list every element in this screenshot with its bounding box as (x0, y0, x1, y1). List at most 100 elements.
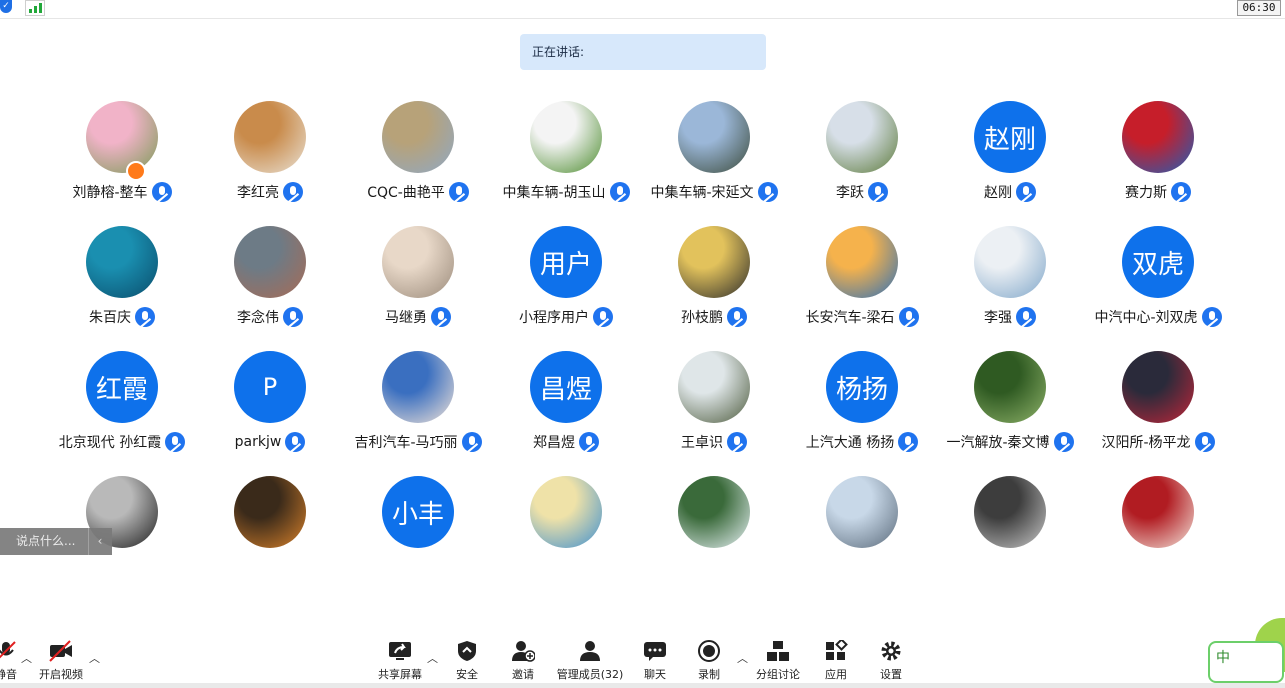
participant-tile[interactable]: 赛力斯 (1084, 101, 1232, 221)
avatar (974, 226, 1046, 298)
participant-tile[interactable]: 红霞 北京现代 孙红霞 (48, 351, 196, 471)
chevron-up-icon[interactable]: ︿ (89, 650, 100, 666)
chevron-up-icon[interactable]: ︿ (427, 650, 438, 666)
avatar (826, 226, 898, 298)
participant-name-row: 赛力斯 (1064, 181, 1252, 203)
participant-name: 长安汽车-梁石 (805, 310, 895, 326)
initials-avatar: P (234, 351, 306, 423)
avatar (678, 351, 750, 423)
participant-name: 李念伟 (237, 310, 279, 326)
share-screen-label: 共享屏幕 (378, 668, 422, 681)
participant-tile[interactable]: 中集车辆-胡玉山 (492, 101, 640, 221)
meeting-timer: 06:30 (1237, 0, 1281, 16)
meeting-toolbar: 静音 ︿ 开启视频 ︿ 共享屏幕 ︿ 安全 邀请 管理成员(32) 聊天 录制 … (0, 632, 1285, 688)
participant-tile[interactable]: 昌煜 郑昌煜 (492, 351, 640, 471)
chat-placeholder: 说点什么... (16, 534, 76, 548)
security-label: 安全 (456, 668, 478, 681)
initials-avatar: 红霞 (86, 351, 158, 423)
participant-tile[interactable]: 赵刚 赵刚 (936, 101, 1084, 221)
chat-quick-input[interactable]: 说点什么... ‹ (0, 528, 112, 555)
participant-tile[interactable]: 一汽解放-秦文博 (936, 351, 1084, 471)
video-off-icon (49, 640, 72, 662)
network-signal-icon[interactable] (25, 0, 45, 16)
participant-tile[interactable]: 李红亮 (196, 101, 344, 221)
participant-tile[interactable]: 李念伟 (196, 226, 344, 346)
invite-label: 邀请 (512, 668, 534, 681)
participant-tile[interactable]: 李强 (936, 226, 1084, 346)
microphone-status-icon (1201, 307, 1222, 327)
participant-tile[interactable]: 朱百庆 (48, 226, 196, 346)
participant-tile[interactable] (640, 476, 788, 596)
microphone-status-icon (1016, 182, 1036, 202)
participant-name: 郑昌煜 (533, 435, 575, 451)
speaking-indicator: 正在讲话: (520, 34, 766, 70)
participant-tile[interactable]: 吉利汽车-马巧丽 (344, 351, 492, 471)
avatar (234, 101, 306, 173)
initials-avatar: 双虎 (1122, 226, 1194, 298)
microphone-status-icon (135, 307, 155, 327)
participant-tile[interactable] (936, 476, 1084, 596)
participant-name: 刘静榕-整车 (72, 185, 148, 201)
chevron-up-icon[interactable]: ︿ (21, 650, 32, 666)
participant-name: 李跃 (836, 185, 864, 201)
avatar (530, 476, 602, 548)
add-user-icon (512, 641, 535, 662)
input-method-indicator[interactable]: 中 (1208, 641, 1284, 683)
security-button[interactable]: 安全 (452, 632, 482, 688)
invite-button[interactable]: 邀请 (508, 632, 538, 688)
avatar (382, 226, 454, 298)
participant-name: 小程序用户 (519, 310, 589, 326)
participant-tile[interactable]: 用户 小程序用户 (492, 226, 640, 346)
participant-name-row: 中汽中心-刘双虎 (1064, 306, 1252, 328)
start-video-button[interactable]: 开启视频 (39, 632, 83, 688)
participant-tile[interactable]: 杨扬 上汽大通 杨扬 (788, 351, 936, 471)
chevron-up-icon[interactable]: ︿ (737, 650, 748, 666)
participant-tile[interactable]: 孙枝鹏 (640, 226, 788, 346)
security-shield-icon[interactable]: ✓ (0, 0, 12, 13)
participant-name: 赛力斯 (1125, 185, 1167, 201)
participant-tile[interactable]: 长安汽车-梁石 (788, 226, 936, 346)
avatar (1122, 101, 1194, 173)
participant-tile[interactable]: CQC-曲艳平 (344, 101, 492, 221)
avatar (234, 226, 306, 298)
participant-name: CQC-曲艳平 (367, 185, 445, 201)
participant-tile[interactable]: 马继勇 (344, 226, 492, 346)
participant-tile[interactable]: 小丰 (344, 476, 492, 596)
settings-button[interactable]: 设置 (877, 632, 905, 688)
gear-icon (881, 641, 901, 661)
initials-avatar: 小丰 (382, 476, 454, 548)
manage-participants-button[interactable]: 管理成员(32) (557, 632, 623, 688)
settings-label: 设置 (880, 668, 902, 681)
participant-tile[interactable] (492, 476, 640, 596)
participant-tile[interactable] (196, 476, 344, 596)
participants-icon (580, 641, 600, 661)
record-button[interactable]: 录制 (694, 632, 724, 688)
chevron-left-icon[interactable]: ‹ (88, 528, 111, 555)
participant-tile[interactable] (788, 476, 936, 596)
microphone-status-icon (448, 182, 469, 202)
share-screen-button[interactable]: 共享屏幕 (378, 632, 422, 688)
avatar (86, 226, 158, 298)
participant-tile[interactable]: Pparkjw (196, 351, 344, 471)
window-bottom-edge (0, 683, 1285, 688)
participant-name: 李强 (984, 310, 1012, 326)
avatar (974, 351, 1046, 423)
avatar (826, 476, 898, 548)
participant-tile[interactable]: 汉阳所-杨平龙 (1084, 351, 1232, 471)
breakout-rooms-button[interactable]: 分组讨论 (756, 632, 800, 688)
microphone-status-icon (431, 307, 451, 327)
participant-tile[interactable]: 李跃 (788, 101, 936, 221)
participant-tile[interactable]: 中集车辆-宋延文 (640, 101, 788, 221)
participant-tile[interactable]: 双虎 中汽中心-刘双虎 (1084, 226, 1232, 346)
record-label: 录制 (698, 668, 720, 681)
microphone-status-icon (1016, 307, 1036, 327)
apps-button[interactable]: 应用 (822, 632, 850, 688)
participant-name: 李红亮 (237, 185, 279, 201)
participant-tile[interactable]: 刘静榕-整车 (48, 101, 196, 221)
host-badge-icon (126, 161, 146, 181)
participant-tile[interactable]: 王卓识 (640, 351, 788, 471)
chat-button[interactable]: 聊天 (640, 632, 670, 688)
microphone-status-icon (579, 432, 599, 452)
participant-tile[interactable] (1084, 476, 1232, 596)
breakout-rooms-icon (767, 641, 789, 661)
